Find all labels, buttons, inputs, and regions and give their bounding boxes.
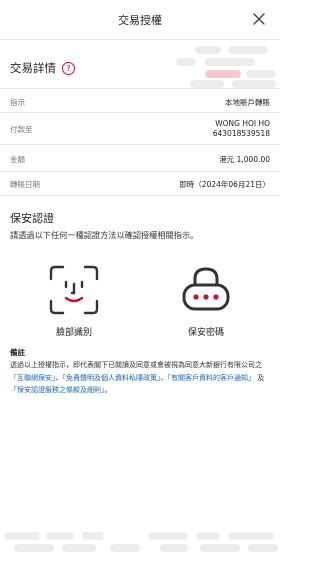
detail-value: 港元 1,000.00 xyxy=(219,155,270,164)
auth-title: 保安認證 xyxy=(10,212,54,225)
face-id-label: 臉部識別 xyxy=(55,328,92,338)
remarks-title: 備註 xyxy=(10,348,25,357)
detail-value: 本地賬戶轉賬 xyxy=(225,98,270,107)
remarks-separator: 及 xyxy=(255,373,265,382)
detail-row-date: 轉賬日期 即時（2024年06月21日） xyxy=(0,172,280,196)
remarks-separator: 、 xyxy=(55,373,63,382)
detail-row-instruction: 指示 本地賬戶轉賬 xyxy=(0,89,280,113)
remarks-separator: 、 xyxy=(160,373,168,382)
remarks-text: 透過以上授權指示，即代表閣下已閱讀及同意或會被視為同意大新銀行有限公司之「互聯網… xyxy=(10,359,272,397)
link-auth-terms[interactable]: 「保安認證服務之條款及細則」 xyxy=(10,386,105,394)
remarks-end: 。 xyxy=(104,386,112,394)
security-pin-button[interactable]: 保安密碼 xyxy=(161,263,251,338)
top-bar: 交易授權 xyxy=(0,0,280,40)
link-customer-notice[interactable]: 「有關客戶資料的客戶通知」 xyxy=(168,374,256,382)
close-icon xyxy=(253,13,265,25)
payee-name: WONG HOI HO xyxy=(215,119,270,128)
lock-pin-icon xyxy=(182,267,230,311)
page-title: 交易授權 xyxy=(118,14,162,27)
detail-label: 轉賬日期 xyxy=(10,180,40,189)
payee-account: 643018539518 xyxy=(212,129,270,138)
remarks-body: 透過以上授權指示，即代表閣下已閱讀及同意或會被視為同意大新銀行有限公司之 xyxy=(10,361,262,369)
details-heading-text: 交易詳情 xyxy=(10,61,56,75)
detail-label: 指示 xyxy=(10,98,25,107)
face-id-icon xyxy=(49,265,99,315)
details-list: 指示 本地賬戶轉賬 付款至 WONG HOI HO 643018539518 金… xyxy=(0,88,280,196)
decorative-pattern-bottom xyxy=(0,528,280,561)
detail-row-amount: 金額 港元 1,000.00 xyxy=(0,145,280,172)
detail-value: 即時（2024年06月21日） xyxy=(179,180,270,189)
link-internet-security[interactable]: 「互聯網保安」 xyxy=(10,374,56,382)
detail-row-payee: 付款至 WONG HOI HO 643018539518 xyxy=(0,113,280,145)
security-pin-label: 保安密碼 xyxy=(187,328,224,338)
help-icon[interactable]: ? xyxy=(62,61,75,75)
auth-subtitle: 請透過以下任何一種認證方法以確認授權相關指示。 xyxy=(10,230,199,240)
close-button[interactable] xyxy=(248,8,270,30)
detail-value: WONG HOI HO 643018539518 xyxy=(213,119,270,139)
link-disclaimer-privacy[interactable]: 「免責聲明及個人資料私隱政策」 xyxy=(63,374,161,382)
details-heading: 交易詳情 ? xyxy=(10,60,75,76)
detail-label: 金額 xyxy=(10,155,25,164)
face-id-button[interactable]: 臉部識別 xyxy=(29,263,119,338)
detail-label: 付款至 xyxy=(10,125,33,134)
